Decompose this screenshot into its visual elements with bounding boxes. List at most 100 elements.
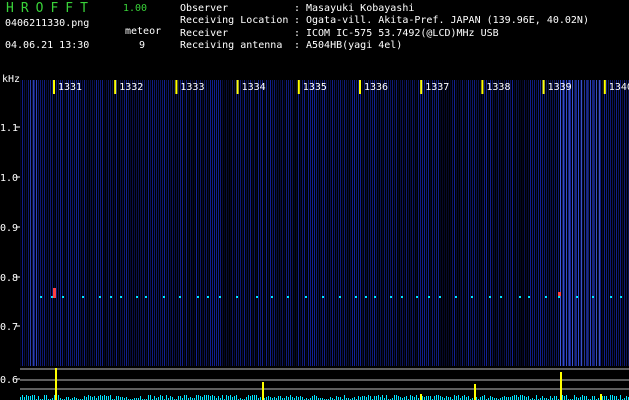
frequency-tick-label: 0.6	[0, 375, 18, 386]
time-tick-label: 1333	[180, 82, 204, 93]
noise-streak	[599, 80, 600, 366]
trace-dot	[136, 296, 138, 298]
noise-streak	[356, 80, 357, 366]
trace-dot	[145, 296, 147, 298]
noise-streak	[604, 80, 605, 366]
noise-streak	[33, 80, 34, 366]
level-bar	[394, 395, 395, 400]
level-bar	[212, 395, 213, 400]
noise-streak	[444, 80, 445, 366]
noise-streak	[244, 80, 245, 366]
noise-streak	[52, 80, 53, 366]
level-meter	[20, 368, 629, 400]
trace-dot	[528, 296, 530, 298]
noise-streak	[208, 80, 209, 366]
noise-streak	[522, 80, 523, 366]
noise-streak	[598, 80, 599, 366]
level-bar	[562, 395, 563, 400]
noise-streak	[94, 80, 95, 366]
noise-streak	[396, 80, 397, 366]
trace-dot	[545, 296, 547, 298]
level-bar	[102, 396, 103, 400]
noise-streak	[602, 80, 603, 366]
level-bar	[378, 395, 379, 400]
noise-streak	[360, 80, 361, 366]
trace-dot	[322, 296, 324, 298]
level-bar	[396, 395, 397, 400]
level-peak	[262, 382, 264, 400]
noise-streak	[542, 80, 543, 366]
level-bar	[602, 396, 603, 400]
level-bar	[234, 396, 235, 400]
noise-streak	[66, 80, 67, 366]
level-bar	[504, 396, 505, 400]
level-bar	[586, 396, 587, 400]
noise-streak	[544, 80, 545, 366]
level-bar	[514, 395, 515, 400]
level-bar	[554, 396, 555, 400]
level-bar	[484, 395, 485, 400]
level-peak	[55, 368, 57, 400]
level-bar	[398, 396, 399, 400]
noise-streak	[568, 80, 569, 366]
level-bar	[426, 396, 427, 400]
time-tick-label: 1334	[242, 82, 266, 93]
noise-streak	[168, 80, 169, 366]
level-bar	[26, 395, 27, 400]
noise-streak	[422, 80, 423, 366]
noise-streak	[70, 80, 71, 366]
noise-streak	[280, 80, 281, 366]
noise-streak	[516, 80, 517, 366]
noise-streak	[146, 80, 147, 366]
noise-streak	[82, 80, 83, 366]
noise-streak	[56, 80, 57, 366]
noise-streak	[470, 80, 471, 366]
frequency-tick-label: 1.1	[0, 123, 18, 134]
noise-streak	[462, 80, 463, 366]
noise-streak	[58, 80, 59, 366]
noise-streak	[450, 80, 451, 366]
level-bar	[230, 395, 231, 400]
trace-dot	[489, 296, 491, 298]
noise-streak	[562, 80, 563, 366]
noise-streak	[586, 80, 587, 366]
noise-streak	[122, 80, 123, 366]
noise-streak	[308, 80, 309, 366]
noise-streak	[596, 80, 597, 366]
noise-streak	[534, 80, 535, 366]
time-tick-marker	[481, 80, 484, 94]
trace-dot	[287, 296, 289, 298]
noise-streak	[154, 80, 155, 366]
level-bar	[410, 395, 411, 400]
level-bar	[434, 396, 435, 400]
noise-streak	[228, 80, 229, 366]
noise-streak	[338, 80, 339, 366]
level-bar	[162, 396, 163, 400]
noise-streak	[200, 80, 201, 366]
level-bar	[566, 395, 567, 400]
level-peak	[420, 394, 422, 400]
noise-streak	[240, 80, 241, 366]
noise-streak	[593, 80, 594, 366]
noise-streak	[554, 80, 555, 366]
noise-streak	[204, 80, 205, 366]
noise-streak	[581, 80, 582, 366]
level-bar	[550, 396, 551, 400]
noise-streak	[575, 80, 576, 366]
time-tick-marker	[53, 80, 55, 94]
level-bar	[54, 395, 55, 400]
level-bar	[362, 396, 363, 400]
noise-streak	[612, 80, 613, 366]
trace-dot	[428, 296, 430, 298]
level-bar	[30, 396, 31, 400]
noise-streak	[560, 80, 561, 366]
noise-streak	[246, 80, 247, 366]
noise-streak	[294, 80, 295, 366]
trace-dot	[365, 296, 367, 298]
noise-streak	[318, 80, 319, 366]
level-bar	[482, 396, 483, 400]
noise-streak	[500, 80, 501, 366]
time-tick-marker	[175, 80, 178, 94]
level-bar	[416, 395, 417, 400]
noise-streak	[344, 80, 345, 366]
